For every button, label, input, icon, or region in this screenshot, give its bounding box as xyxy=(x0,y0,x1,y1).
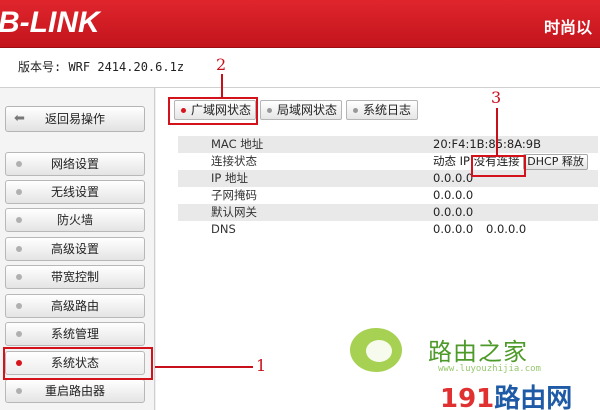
sidebar-item-label: 高级路由 xyxy=(50,299,99,313)
row-key: 连接状态 xyxy=(211,154,257,168)
sidebar-item-label: 带宽控制 xyxy=(50,270,99,284)
tab-lan-status[interactable]: 局域网状态 xyxy=(260,100,342,120)
row-key: IP 地址 xyxy=(211,171,248,185)
bullet-icon xyxy=(16,274,22,280)
sidebar-item-bandwidth[interactable]: 带宽控制 xyxy=(5,265,145,289)
row-key: 子网掩码 xyxy=(211,188,257,202)
watermark-number: 191 xyxy=(440,384,495,410)
ip-address-value: 0.0.0.0 xyxy=(433,171,474,185)
watermark-logo-inner xyxy=(366,340,392,362)
annotation-label-2: 2 xyxy=(216,55,227,74)
table-row: DNS 0.0.0.0 0.0.0.0 xyxy=(178,221,598,238)
sidebar-item-label: 无线设置 xyxy=(50,185,99,199)
row-key: 默认网关 xyxy=(211,205,257,219)
sidebar-item-advanced[interactable]: 高级设置 xyxy=(5,237,145,261)
bullet-icon xyxy=(16,388,22,394)
sidebar-item-system-mgmt[interactable]: 系统管理 xyxy=(5,322,145,346)
tab-label: 系统日志 xyxy=(363,103,412,117)
back-to-quick-setup-button[interactable]: ⬅ 返回易操作 xyxy=(5,106,145,132)
dns-primary-value: 0.0.0.0 xyxy=(433,222,474,236)
annotation-box-connection-state xyxy=(471,155,526,177)
sidebar-item-label: 高级设置 xyxy=(50,242,99,256)
subnet-mask-value: 0.0.0.0 xyxy=(433,188,474,202)
sidebar-item-label: 重启路由器 xyxy=(44,384,105,398)
dns-secondary-value: 0.0.0.0 xyxy=(486,222,527,236)
arrow-left-icon: ⬅ xyxy=(14,111,25,126)
sidebar-item-label: 系统管理 xyxy=(50,327,99,341)
gateway-value: 0.0.0.0 xyxy=(433,205,474,219)
table-row: 默认网关 0.0.0.0 xyxy=(178,204,598,221)
table-row: MAC 地址 20:F4:1B:85:8A:9B xyxy=(178,136,598,153)
annotation-arrow-1 xyxy=(155,366,253,368)
bullet-icon xyxy=(16,161,22,167)
bullet-icon xyxy=(16,246,22,252)
mac-address-value: 20:F4:1B:85:8A:9B xyxy=(433,137,541,151)
dhcp-release-button[interactable]: DHCP 释放 xyxy=(523,154,588,170)
annotation-arrow-3 xyxy=(496,108,498,156)
annotation-label-3: 3 xyxy=(491,88,502,107)
version-bar: 版本号: WRF 2414.20.6.1z xyxy=(0,48,600,88)
table-row: IP 地址 0.0.0.0 xyxy=(178,170,598,187)
back-button-label: 返回易操作 xyxy=(44,112,105,126)
router-admin-page: B-LINK 时尚以 版本号: WRF 2414.20.6.1z ⬅ 返回易操作… xyxy=(0,0,600,410)
wan-status-table: MAC 地址 20:F4:1B:85:8A:9B 连接状态 动态 IP 没有连接… xyxy=(178,136,598,238)
brand-logo: B-LINK xyxy=(0,6,100,39)
watermark-url: www.luyouzhijia.com xyxy=(438,364,541,374)
header-bar: B-LINK 时尚以 xyxy=(0,0,600,48)
tab-label: 局域网状态 xyxy=(277,103,338,117)
row-key: MAC 地址 xyxy=(211,137,264,151)
tab-system-log[interactable]: 系统日志 xyxy=(346,100,418,120)
bullet-icon xyxy=(353,108,358,113)
annotation-arrow-2 xyxy=(221,74,223,98)
watermark-title: 路由之家 xyxy=(428,338,528,366)
header-slogan: 时尚以 xyxy=(543,18,592,37)
sidebar-item-label: 网络设置 xyxy=(50,157,99,171)
table-row: 连接状态 动态 IP 没有连接 DHCP 释放 xyxy=(178,153,598,170)
bullet-icon xyxy=(16,189,22,195)
watermark-bottom-text: 路由网 xyxy=(494,384,573,410)
sidebar-item-routing[interactable]: 高级路由 xyxy=(5,294,145,318)
sidebar-item-label: 防火墙 xyxy=(56,213,93,227)
bullet-icon xyxy=(267,108,272,113)
connection-type: 动态 IP xyxy=(433,154,470,168)
sidebar-item-reboot[interactable]: 重启路由器 xyxy=(5,379,145,403)
bullet-icon xyxy=(16,303,22,309)
annotation-label-1: 1 xyxy=(256,356,267,375)
firmware-version: 版本号: WRF 2414.20.6.1z xyxy=(18,60,185,74)
sidebar-item-firewall[interactable]: 防火墙 xyxy=(5,208,145,232)
annotation-box-wan-tab xyxy=(168,97,258,125)
bullet-icon xyxy=(16,331,22,337)
sidebar-item-wireless[interactable]: 无线设置 xyxy=(5,180,145,204)
table-row: 子网掩码 0.0.0.0 xyxy=(178,187,598,204)
watermark-bottom: 191路由网 xyxy=(440,378,572,410)
sidebar-item-network[interactable]: 网络设置 xyxy=(5,152,145,176)
row-key: DNS xyxy=(211,222,236,236)
bullet-icon xyxy=(16,217,22,223)
annotation-box-system-status xyxy=(3,347,153,380)
